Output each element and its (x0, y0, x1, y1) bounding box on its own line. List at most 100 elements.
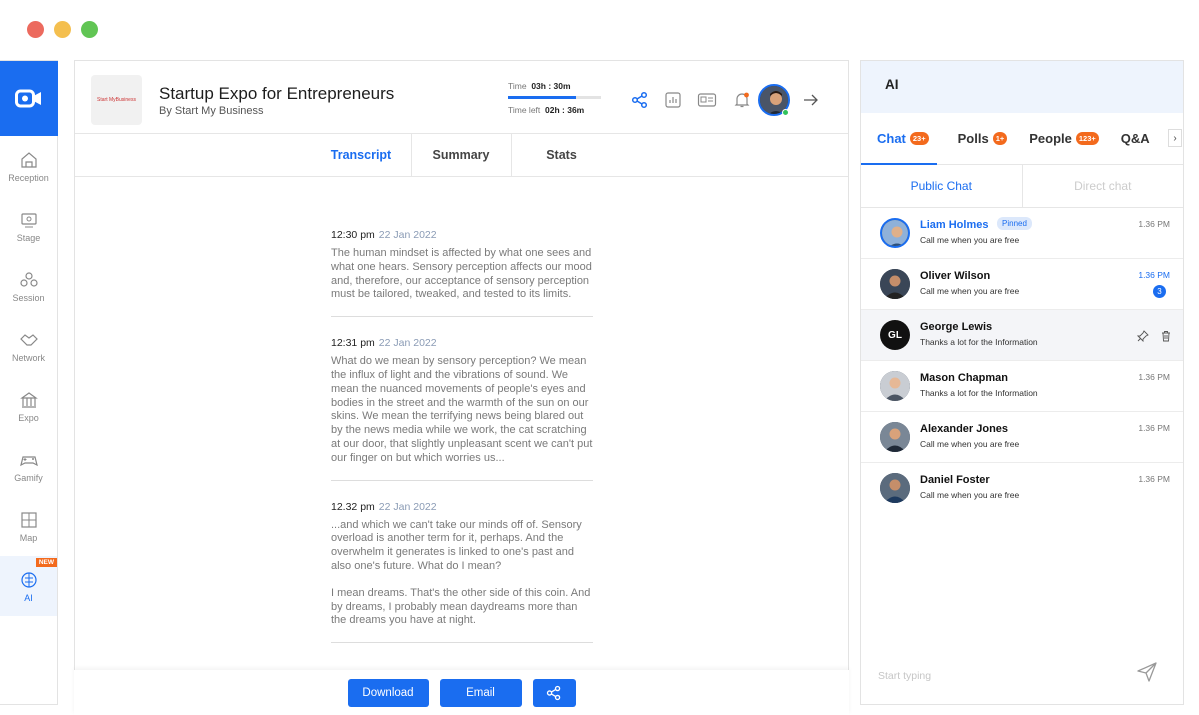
reception-icon (20, 151, 37, 168)
ai-icon (20, 571, 37, 588)
sidebar-item-reception[interactable]: Reception (0, 136, 57, 196)
sidebar-item-expo[interactable]: Expo (0, 376, 57, 436)
sidebar-item-session[interactable]: Session (0, 256, 57, 316)
chat-message[interactable]: Oliver Wilson Call me when you are free … (861, 259, 1183, 310)
expo-icon (19, 391, 38, 408)
tab-public-chat[interactable]: Public Chat (861, 165, 1023, 207)
chat-message[interactable]: Daniel Foster Call me when you are free … (861, 463, 1183, 514)
pin-icon[interactable] (1137, 330, 1149, 342)
message-text: Thanks a lot for the Information (920, 388, 1038, 398)
sidebar-item-network[interactable]: Network (0, 316, 57, 376)
message-time: 1.36 PM (1138, 474, 1170, 484)
content-tabs: Transcript Summary Stats (75, 134, 848, 177)
session-timer: Time 03h : 30m Time left 02h : 36m (508, 81, 601, 115)
tab-direct-chat[interactable]: Direct chat (1023, 165, 1184, 207)
sidebar-item-label: Stage (16, 232, 41, 243)
main-panel: Start MyBusiness Startup Expo for Entrep… (74, 60, 849, 715)
tab-stats[interactable]: Stats (512, 134, 612, 176)
transcript-entry: 12:30 pm 22 Jan 2022 The human mindset is… (331, 229, 593, 318)
stats-chart-icon[interactable] (664, 91, 682, 109)
message-text: Call me when you are free (920, 490, 1020, 500)
time-progress-fill (508, 96, 576, 99)
pinned-badge: Pinned (997, 217, 1032, 230)
sender-name: Liam Holmes (920, 219, 989, 231)
transcript-entry: 12:31 pm 22 Jan 2022 What do we mean by s… (331, 337, 593, 481)
avatar (880, 269, 910, 299)
sender-name: Mason Chapman (920, 372, 1009, 384)
avatar: GL (880, 320, 910, 350)
close-window-button[interactable] (27, 21, 44, 38)
message-text: Call me when you are free (920, 439, 1020, 449)
chat-input-area[interactable]: Start typing (861, 642, 1183, 704)
left-sidebar: Reception Stage Session Network Expo Gam… (0, 60, 58, 705)
sidebar-item-label: Reception (8, 172, 49, 183)
count-badge: 23+ (909, 132, 929, 145)
avatar (880, 422, 910, 452)
message-time: 1.36 PM (1138, 270, 1170, 280)
chat-input-placeholder: Start typing (878, 670, 932, 682)
tab-qa[interactable]: Q&A (1099, 131, 1150, 146)
message-text: Thanks a lot for the Information (920, 337, 1038, 347)
tab-people[interactable]: People 123+ (1007, 131, 1099, 146)
video-camera-icon (15, 89, 41, 107)
entry-time: 12:30 pm (331, 229, 375, 241)
share-button[interactable] (532, 678, 576, 707)
chat-message[interactable]: Mason Chapman Thanks a lot for the Infor… (861, 361, 1183, 412)
entry-text: I mean dreams. That's the other side of … (331, 586, 591, 627)
id-card-icon[interactable] (697, 91, 717, 109)
sidebar-item-label: Network (11, 352, 45, 363)
tab-transcript[interactable]: Transcript (312, 134, 412, 176)
chat-subtabs: Public Chat Direct chat (861, 165, 1183, 208)
sidebar-item-label: Expo (18, 412, 39, 423)
share-icon[interactable] (631, 91, 649, 109)
active-tab-indicator (861, 163, 937, 165)
tabs-next-button[interactable]: › (1168, 129, 1182, 147)
online-status-dot (782, 109, 789, 116)
chevron-right-icon: › (1173, 132, 1177, 144)
tab-label: Polls (957, 131, 989, 146)
session-icon (19, 271, 38, 287)
share-icon (546, 685, 561, 700)
brand-logo-text: Start MyBusiness (97, 97, 136, 103)
minimize-window-button[interactable] (54, 21, 71, 38)
entry-date: 22 Jan 2022 (378, 229, 437, 241)
message-text: Call me when you are free (920, 286, 1020, 296)
new-badge: NEW (35, 558, 57, 567)
event-header: Start MyBusiness Startup Expo for Entrep… (75, 61, 848, 134)
message-time: 1.36 PM (1138, 423, 1170, 433)
sidebar-item-gamify[interactable]: Gamify (0, 436, 57, 496)
sidebar-item-map[interactable]: Map (0, 496, 57, 556)
message-time: 1.36 PM (1138, 372, 1170, 382)
time-left-label: Time left (508, 105, 541, 115)
chat-message[interactable]: GL George Lewis Thanks a lot for the Inf… (861, 310, 1183, 361)
download-button[interactable]: Download (347, 678, 429, 707)
app-logo[interactable] (0, 61, 58, 136)
entry-text: What do we mean by sensory perception? W… (331, 355, 593, 464)
trash-icon[interactable] (1160, 330, 1172, 342)
sender-name: Daniel Foster (920, 474, 990, 486)
sidebar-item-ai[interactable]: NEW AI (0, 556, 57, 616)
entry-timestamp: 12:30 pm 22 Jan 2022 (331, 229, 593, 241)
ai-panel-tabs: Chat 23+ Polls 1+ People 123+ Q&A › (861, 113, 1183, 165)
sidebar-item-stage[interactable]: Stage (0, 196, 57, 256)
chat-message[interactable]: Liam Holmes Pinned Call me when you are … (861, 208, 1183, 259)
sender-name: Oliver Wilson (920, 270, 991, 282)
entry-time: 12:31 pm (331, 337, 375, 350)
count-badge: 123+ (1075, 132, 1099, 145)
avatar (880, 473, 910, 503)
count-badge: 1+ (992, 132, 1008, 145)
email-button[interactable]: Email (439, 678, 522, 707)
notification-bell-icon[interactable] (733, 91, 751, 109)
tab-label: Chat (877, 131, 906, 146)
unread-count-badge: 3 (1153, 285, 1166, 298)
tab-summary[interactable]: Summary (412, 134, 512, 176)
entry-timestamp: 12:31 pm 22 Jan 2022 (331, 337, 593, 349)
tab-polls[interactable]: Polls 1+ (929, 131, 1008, 146)
send-icon[interactable] (1136, 661, 1158, 683)
arrow-right-icon[interactable] (802, 91, 820, 109)
chat-message[interactable]: Alexander Jones Call me when you are fre… (861, 412, 1183, 463)
time-value: 03h : 30m (531, 81, 571, 91)
tab-chat[interactable]: Chat 23+ (861, 131, 929, 146)
window-controls (27, 21, 98, 38)
maximize-window-button[interactable] (81, 21, 98, 38)
